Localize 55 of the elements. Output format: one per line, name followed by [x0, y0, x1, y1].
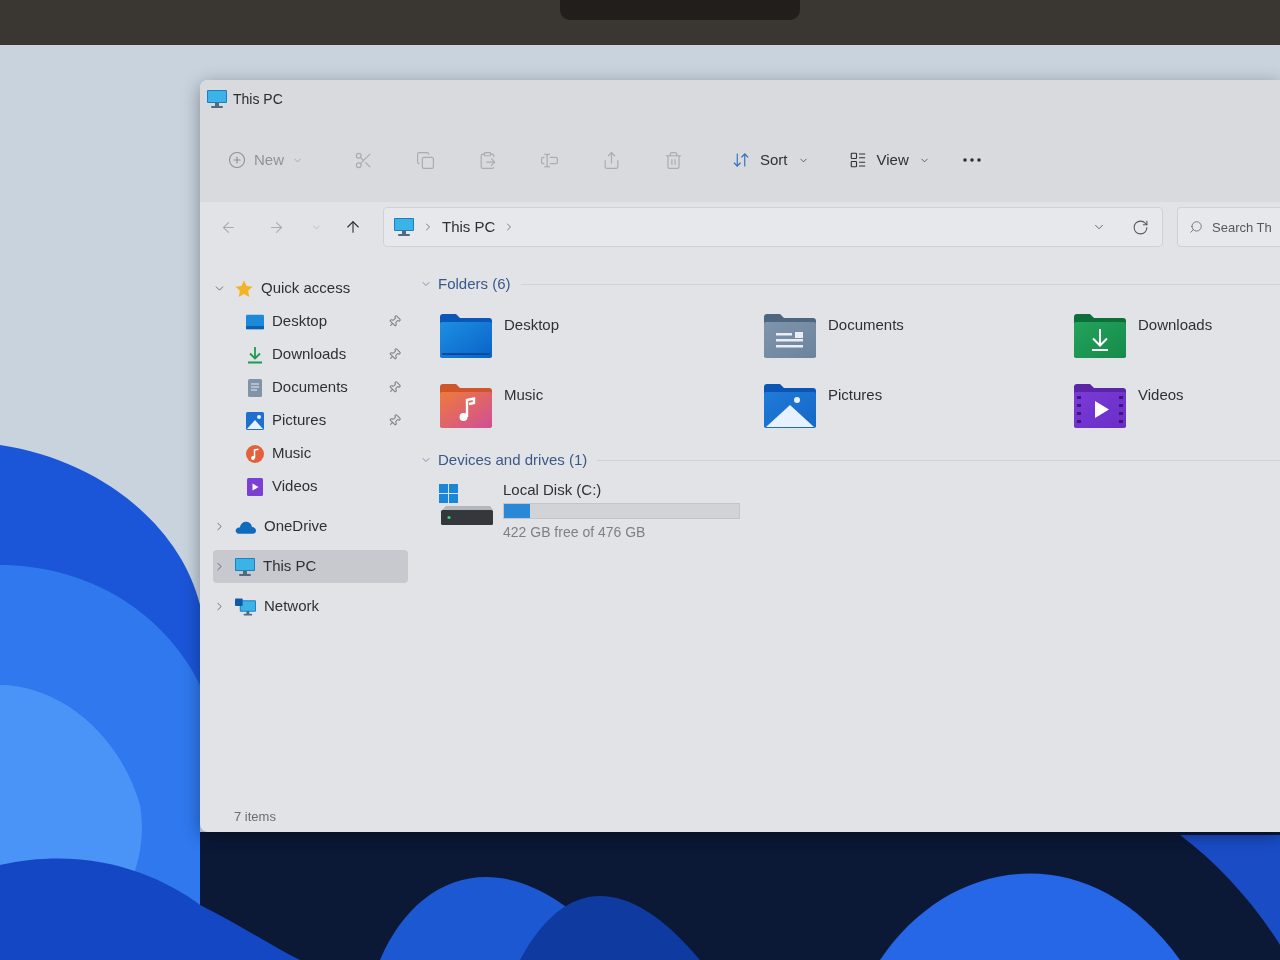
sort-button[interactable]: Sort — [724, 142, 817, 178]
sidebar-item[interactable]: Music — [213, 437, 408, 470]
desktop-icon — [246, 312, 264, 331]
more-icon — [962, 158, 981, 162]
section-header[interactable]: Folders (6) — [438, 272, 511, 296]
video-icon — [246, 477, 264, 496]
downloads-folder-icon — [1072, 313, 1128, 359]
view-list-icon — [848, 151, 867, 169]
folder-item[interactable]: Documents — [762, 313, 904, 359]
drive-space-text: 422 GB free of 476 GB — [503, 523, 646, 541]
documents-folder-icon — [762, 313, 818, 359]
address-bar[interactable]: This PC — [383, 207, 1163, 247]
sidebar-item[interactable]: This PC — [213, 550, 408, 583]
sidebar-item[interactable]: Network — [213, 590, 408, 623]
plus-icon — [228, 151, 246, 169]
sidebar-item[interactable]: Downloads — [213, 338, 408, 371]
computer-icon — [207, 90, 227, 108]
folder-item[interactable]: Downloads — [1072, 313, 1213, 359]
music-note-icon — [246, 444, 264, 463]
download-icon — [246, 345, 264, 364]
network-icon — [235, 597, 256, 616]
camera-icon — [560, 0, 800, 20]
music-folder-icon — [438, 383, 494, 429]
window-title: This PC — [233, 89, 283, 109]
search-icon — [1189, 220, 1203, 234]
sidebar-item[interactable]: Documents — [213, 371, 408, 404]
item-count: 7 items — [234, 808, 276, 827]
document-icon — [246, 378, 264, 397]
scissors-icon — [353, 150, 373, 170]
videos-folder-icon — [1072, 383, 1128, 429]
view-button[interactable]: View — [840, 142, 938, 178]
desktop-folder-icon — [438, 313, 494, 359]
sidebar-item[interactable]: Quick access — [213, 272, 408, 305]
computer-icon — [235, 557, 255, 576]
sidebar-item[interactable]: OneDrive — [213, 510, 408, 543]
sidebar-item[interactable]: Pictures — [213, 404, 408, 437]
search-field[interactable]: Search Th — [1177, 207, 1280, 247]
sidebar-item[interactable]: Desktop — [213, 305, 408, 338]
picture-icon — [246, 411, 264, 430]
refresh-icon — [1131, 218, 1149, 236]
folder-item[interactable]: Videos — [1072, 383, 1184, 429]
section-header[interactable]: Devices and drives (1) — [438, 448, 588, 472]
drive-name[interactable]: Local Disk (C:) — [503, 481, 602, 499]
sidebar-item[interactable]: Videos — [213, 470, 408, 503]
folder-item[interactable]: Desktop — [438, 313, 560, 359]
cloud-icon — [235, 519, 256, 534]
copy-icon — [415, 150, 435, 170]
sort-arrows-icon — [732, 151, 750, 169]
pictures-folder-icon — [762, 383, 818, 429]
star-icon — [235, 279, 253, 298]
computer-icon — [394, 218, 414, 236]
folder-item[interactable]: Pictures — [762, 383, 883, 429]
breadcrumb-item[interactable]: This PC — [442, 215, 496, 239]
trash-icon — [663, 150, 683, 170]
folder-item[interactable]: Music — [438, 383, 544, 429]
